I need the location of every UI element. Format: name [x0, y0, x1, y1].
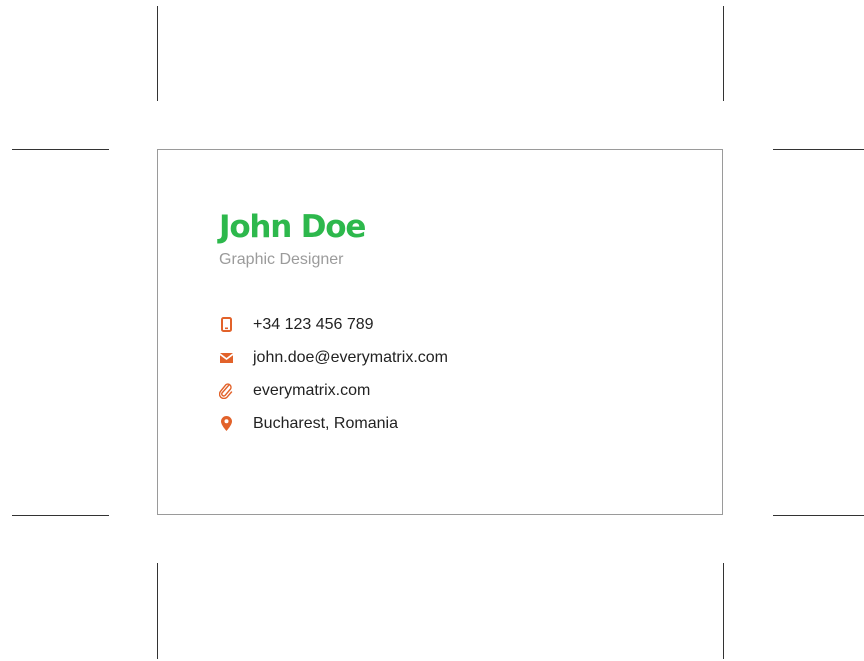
- location-pin-icon: [219, 414, 233, 434]
- crop-mark-bottom-left: [157, 563, 158, 659]
- contact-email-text: john.doe@everymatrix.com: [253, 348, 448, 366]
- crop-mark-left-bottom: [12, 515, 109, 516]
- crop-mark-right-top: [773, 149, 864, 150]
- business-card: John Doe Graphic Designer +34 123 456 78…: [157, 149, 723, 515]
- phone-icon: [219, 315, 233, 335]
- crop-mark-right-bottom: [773, 515, 864, 516]
- crop-mark-top-left: [157, 6, 158, 101]
- contact-phone: +34 123 456 789: [219, 308, 448, 341]
- contact-location-text: Bucharest, Romania: [253, 414, 398, 432]
- email-icon: [219, 348, 233, 368]
- contact-email[interactable]: john.doe@everymatrix.com: [219, 341, 448, 374]
- contact-location: Bucharest, Romania: [219, 407, 448, 440]
- contact-website[interactable]: everymatrix.com: [219, 374, 448, 407]
- crop-mark-top-right: [723, 6, 724, 101]
- contact-website-text: everymatrix.com: [253, 381, 371, 399]
- crop-mark-bottom-right: [723, 563, 724, 659]
- crop-mark-left-top: [12, 149, 109, 150]
- card-name: John Doe: [219, 209, 366, 245]
- link-icon: [219, 381, 233, 401]
- contact-list: +34 123 456 789 john.doe@everymatrix.com…: [219, 308, 448, 440]
- contact-phone-text: +34 123 456 789: [253, 315, 374, 333]
- card-job-title: Graphic Designer: [219, 251, 344, 268]
